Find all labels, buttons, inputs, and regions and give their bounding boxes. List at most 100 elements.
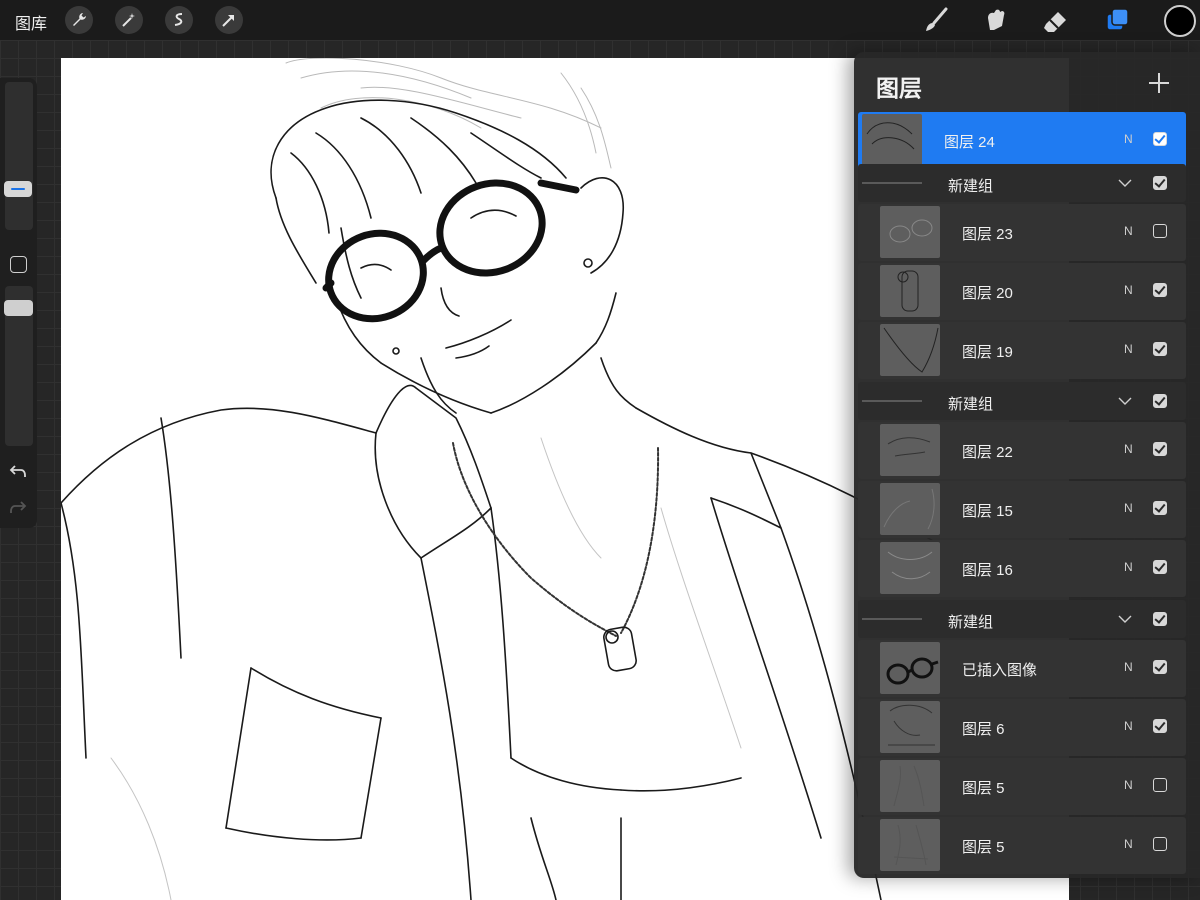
wrench-icon <box>73 13 86 26</box>
layer-thumbnail <box>880 701 940 753</box>
group-row[interactable]: 新建组 <box>858 164 1186 202</box>
transform-button[interactable] <box>215 6 243 34</box>
thumbnail-image <box>887 551 933 580</box>
layer-thumbnail <box>880 760 940 812</box>
layer-name: 图层 22 <box>962 444 1013 461</box>
group-indicator <box>862 400 922 402</box>
layer-thumbnail <box>880 542 940 594</box>
thumbnail-image <box>886 657 939 685</box>
group-indicator <box>862 618 922 620</box>
layer-row[interactable]: 已插入图像 N <box>858 640 1186 697</box>
blend-mode-button[interactable]: N <box>1124 224 1133 238</box>
blend-mode-button[interactable]: N <box>1124 442 1133 456</box>
layer-row[interactable]: 图层 20 N <box>858 263 1186 320</box>
visibility-checkbox[interactable] <box>1153 176 1167 190</box>
visibility-checkbox[interactable] <box>1153 501 1167 515</box>
layer-row[interactable]: 图层 19 N <box>858 322 1186 379</box>
brush-size-handle[interactable] <box>4 181 32 197</box>
blend-mode-button[interactable]: N <box>1124 837 1133 851</box>
visibility-checkbox[interactable] <box>1153 394 1167 408</box>
layer-row[interactable]: 图层 23 N <box>858 204 1186 261</box>
layers-icon <box>1106 8 1129 31</box>
selection-button[interactable] <box>165 6 193 34</box>
top-toolbar: 图库 <box>0 0 1200 40</box>
undo-icon[interactable] <box>9 462 27 480</box>
layer-thumbnail <box>880 265 940 317</box>
visibility-checkbox[interactable] <box>1153 132 1167 146</box>
layer-row[interactable]: 图层 15 N <box>858 481 1186 538</box>
layer-thumbnail <box>880 642 940 694</box>
visibility-checkbox[interactable] <box>1153 837 1167 851</box>
visibility-checkbox[interactable] <box>1153 719 1167 733</box>
layer-name: 图层 23 <box>962 226 1013 243</box>
group-row[interactable]: 新建组 <box>858 600 1186 638</box>
eraser-icon <box>1044 12 1066 32</box>
transform-icon <box>222 15 234 27</box>
redo-icon[interactable] <box>9 498 27 516</box>
thumbnail-image <box>883 327 939 373</box>
visibility-checkbox[interactable] <box>1153 778 1167 792</box>
blend-mode-button[interactable]: N <box>1124 778 1133 792</box>
layer-thumbnail <box>862 114 922 166</box>
blend-mode-button[interactable]: N <box>1124 501 1133 515</box>
brush-tool-button[interactable] <box>920 4 952 36</box>
gallery-button[interactable]: 图库 <box>15 10 47 34</box>
magic-wand-icon <box>122 13 135 27</box>
blend-mode-button[interactable]: N <box>1124 560 1133 574</box>
left-sidebar <box>0 78 37 528</box>
layers-panel: 图层 图层 24 N 新建组 图层 23 N 图层 20 N 图层 19 N 新… <box>854 52 1200 878</box>
visibility-checkbox[interactable] <box>1153 342 1167 356</box>
chevron-down-icon[interactable] <box>1118 395 1132 407</box>
visibility-checkbox[interactable] <box>1153 660 1167 674</box>
layers-tool-button[interactable] <box>1102 4 1134 36</box>
layer-name: 图层 5 <box>962 780 1005 797</box>
blend-mode-button[interactable]: N <box>1124 342 1133 356</box>
opacity-handle[interactable] <box>4 300 33 316</box>
blend-mode-button[interactable]: N <box>1124 719 1133 733</box>
visibility-checkbox[interactable] <box>1153 224 1167 238</box>
layer-name: 图层 5 <box>962 839 1005 856</box>
layer-thumbnail <box>880 324 940 376</box>
blend-mode-button[interactable]: N <box>1124 283 1133 297</box>
smudge-tool-button[interactable] <box>980 4 1012 36</box>
adjustments-button[interactable] <box>115 6 143 34</box>
actions-wrench-button[interactable] <box>65 6 93 34</box>
layer-row[interactable]: 图层 5 N <box>858 817 1186 874</box>
selection-icon <box>174 13 183 26</box>
brush-size-slider[interactable] <box>5 82 33 230</box>
procreate-app: 图库 图层 图层 24 N 新建组 图层 23 N 图层 20 N 图层 19 … <box>0 0 1200 900</box>
chevron-down-icon[interactable] <box>1118 613 1132 625</box>
layer-name: 图层 16 <box>962 562 1013 579</box>
thumbnail-image <box>893 765 925 807</box>
layer-row[interactable]: 图层 24 N <box>858 112 1186 169</box>
color-picker-button[interactable] <box>1164 5 1196 37</box>
thumbnail-image <box>883 488 935 530</box>
visibility-checkbox[interactable] <box>1153 612 1167 626</box>
visibility-checkbox[interactable] <box>1153 560 1167 574</box>
group-row[interactable]: 新建组 <box>858 382 1186 420</box>
layer-name: 图层 24 <box>944 134 995 151</box>
eraser-tool-button[interactable] <box>1040 4 1072 36</box>
layer-name: 图层 19 <box>962 344 1013 361</box>
plus-icon[interactable] <box>1148 72 1170 94</box>
layer-row[interactable]: 图层 6 N <box>858 699 1186 756</box>
blend-mode-button[interactable]: N <box>1124 132 1133 146</box>
group-indicator <box>862 182 922 184</box>
layer-row[interactable]: 图层 5 N <box>858 758 1186 815</box>
chevron-down-icon[interactable] <box>1118 177 1132 189</box>
smudge-icon <box>988 9 1005 30</box>
layer-thumbnail <box>880 424 940 476</box>
layers-panel-title: 图层 <box>876 75 922 101</box>
thumbnail-image <box>893 824 929 866</box>
group-name: 新建组 <box>948 396 994 413</box>
layer-thumbnail <box>880 483 940 535</box>
layer-row[interactable]: 图层 22 N <box>858 422 1186 479</box>
visibility-checkbox[interactable] <box>1153 442 1167 456</box>
layer-thumbnail <box>880 206 940 258</box>
layer-row[interactable]: 图层 16 N <box>858 540 1186 597</box>
modify-button[interactable] <box>10 256 27 273</box>
thumbnail-image <box>887 437 931 457</box>
visibility-checkbox[interactable] <box>1153 283 1167 297</box>
blend-mode-button[interactable]: N <box>1124 660 1133 674</box>
layer-thumbnail <box>880 819 940 871</box>
